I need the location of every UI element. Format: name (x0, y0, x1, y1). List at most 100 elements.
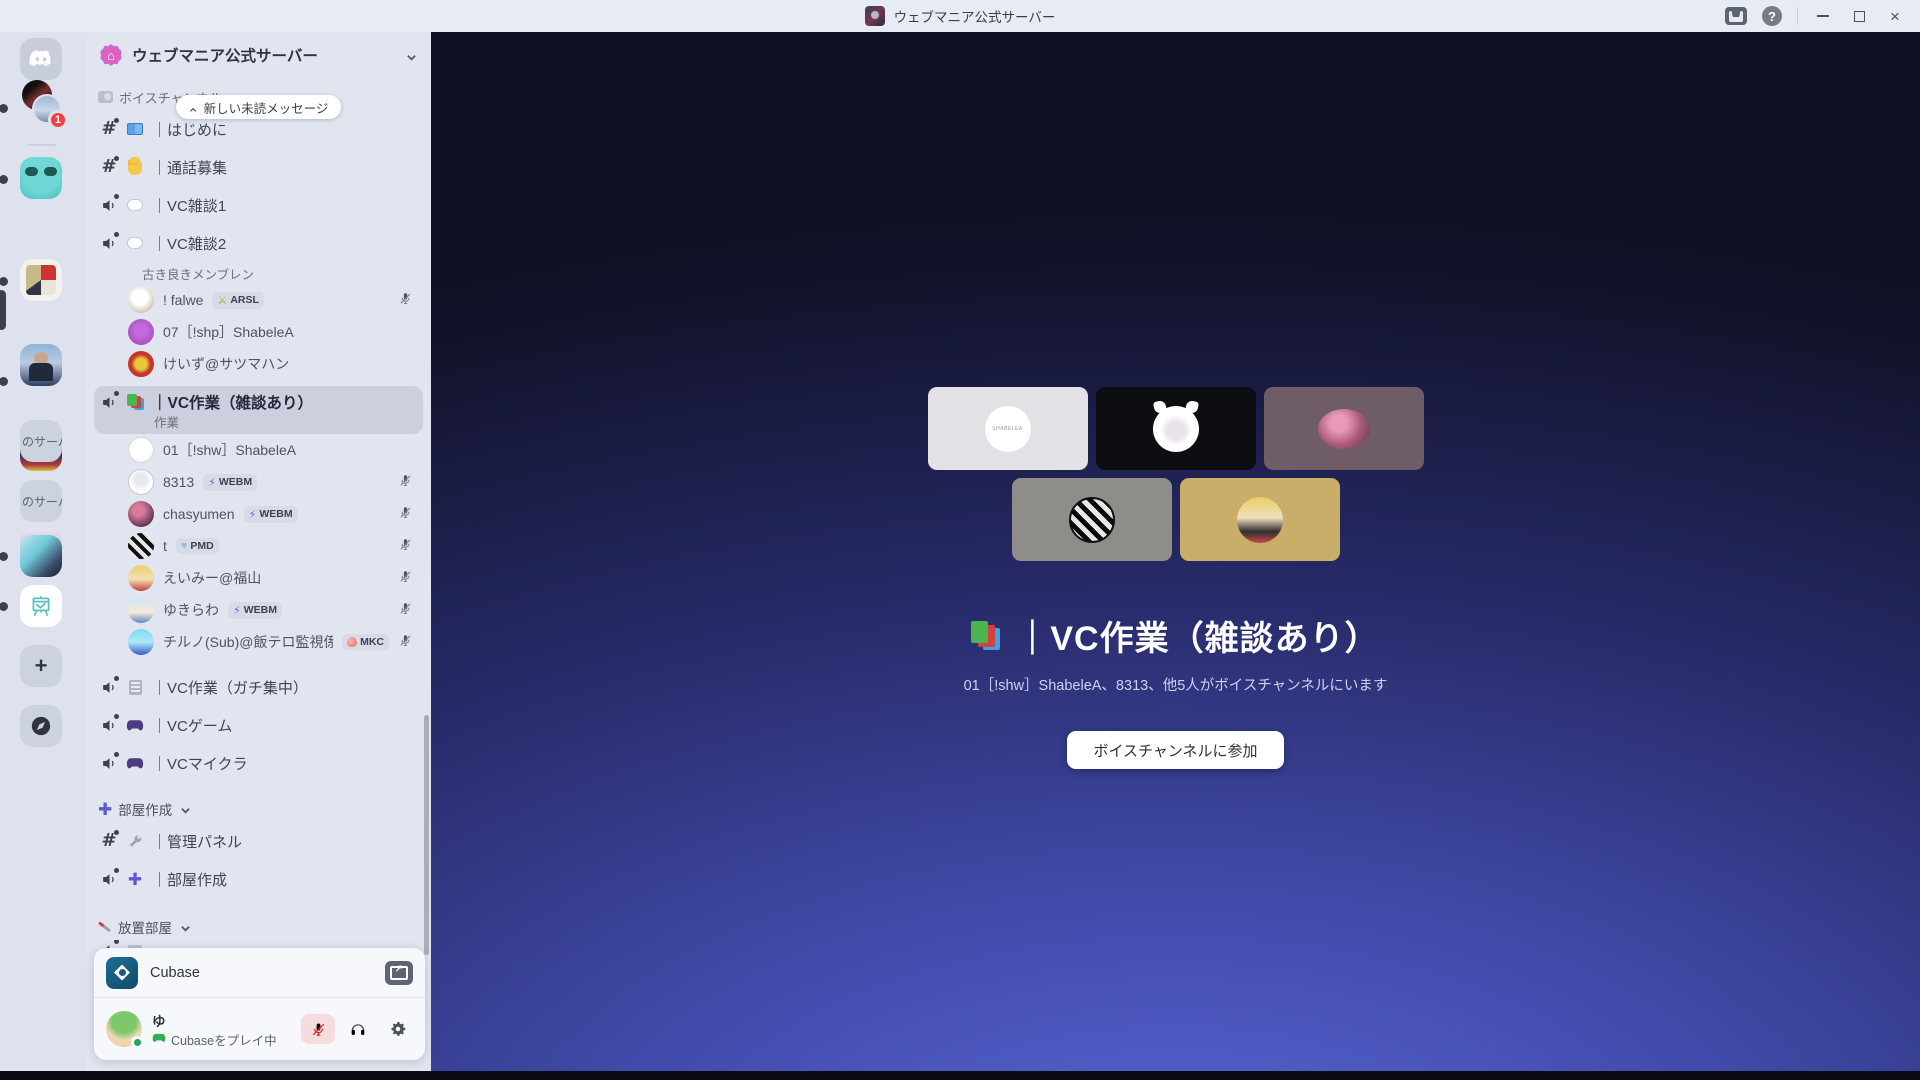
channel-vc-zatsudan2[interactable]: ｜VC雑談2 (94, 224, 423, 262)
server-icon-frog[interactable] (20, 157, 62, 199)
avatar (1152, 405, 1199, 452)
voice-user-row[interactable]: 01［!shw］ShabeleA (94, 434, 423, 466)
participant-tile[interactable]: SHABELEA (927, 387, 1088, 470)
help-icon[interactable]: ? (1757, 3, 1787, 29)
channel-vc-game[interactable]: ｜VCゲーム (94, 706, 423, 744)
channel-label: ｜管理パネル (152, 833, 243, 851)
server-name: ウェブマニア公式サーバー (132, 48, 318, 65)
chevron-down-icon (180, 922, 191, 933)
lightning-icon: ⚡ (208, 476, 216, 489)
voice-user-row[interactable]: ゆきらわ ⚡ WEBM (94, 594, 423, 626)
deafen-headphones-button[interactable] (341, 1014, 375, 1044)
window-title: ウェブマニア公式サーバー (893, 10, 1056, 25)
avatar (128, 565, 154, 591)
server-icon-easel[interactable] (20, 585, 62, 627)
avatar (1317, 408, 1370, 449)
plus-icon: ✚ (98, 799, 113, 819)
avatar (1068, 496, 1115, 543)
books-emoji-icon (971, 620, 1001, 651)
username: 01［!shw］ShabeleA (163, 442, 297, 458)
dm-avatar-cluster[interactable]: 1 (20, 80, 68, 130)
peach-icon (347, 637, 358, 647)
server-icon-person[interactable] (20, 344, 62, 386)
inbox-tray-icon[interactable] (1721, 3, 1751, 29)
titlebar-divider (1797, 7, 1798, 25)
lightning-icon: ⚡ (248, 508, 257, 521)
unread-dot (0, 377, 8, 386)
avatar: SHABELEA (984, 405, 1031, 452)
channel-label: ｜通話募集 (152, 159, 228, 177)
avatar (128, 351, 154, 377)
avatar (128, 469, 154, 495)
new-unread-messages-pill[interactable]: 新しい未読メッセージ (175, 95, 342, 119)
screen-share-icon[interactable] (385, 960, 413, 985)
voice-channel-subtitle: 01［!shw］ShabeleA、8313、他5人がボイスチャンネルにいます (963, 678, 1388, 694)
channel-vc-minecraft[interactable]: ｜VCマイクラ (94, 744, 423, 782)
server-header[interactable]: ウェブマニア公式サーバー (86, 32, 431, 78)
voice-user-row[interactable]: 8313 ⚡ WEBM (94, 466, 423, 498)
role-badge: ♥ PMD (175, 538, 219, 554)
mic-muted-icon (398, 505, 413, 523)
swords-icon: ⚔ (217, 294, 228, 307)
voice-user-row[interactable]: チルノ(Sub)@飯テロ監視係 MKC (94, 626, 423, 658)
voice-user-row[interactable]: 07［!shp］ShabeleA (94, 316, 423, 348)
chevron-up-icon (189, 103, 197, 111)
settings-gear-button[interactable] (381, 1014, 415, 1044)
mic-muted-icon (398, 537, 413, 555)
book-emoji-icon (126, 120, 144, 138)
channel-vc-gachi[interactable]: ｜VC作業（ガチ集中） (94, 668, 423, 706)
username: 8313 (163, 474, 195, 490)
join-voice-channel-button[interactable]: ボイスチャンネルに参加 (1067, 731, 1284, 769)
minimize-button[interactable] (1808, 3, 1838, 29)
server-favicon (864, 6, 885, 26)
activity-name: Cubase (150, 964, 200, 981)
server-icon-miku[interactable] (20, 535, 62, 577)
server-icon-collage[interactable] (20, 259, 62, 301)
voice-user-row[interactable]: ! falwe ⚔ ARSL (94, 284, 423, 316)
user-info[interactable]: ゆ Cubaseをプレイ中 (152, 1010, 291, 1049)
participant-tile[interactable] (1263, 387, 1424, 470)
server-icon-text-2[interactable]: のサーバ (20, 480, 62, 522)
wrench-emoji-icon (126, 832, 144, 850)
username: 07［!shp］ShabeleA (163, 324, 294, 340)
participant-tile[interactable] (1179, 478, 1340, 561)
gamepad-emoji-icon (126, 754, 144, 772)
avatar (128, 287, 154, 313)
hand-emoji-icon (126, 156, 144, 176)
voice-user-row[interactable]: chasyumen ⚡ WEBM (94, 498, 423, 530)
sidebar-scrollbar[interactable] (424, 715, 429, 955)
voice-user-row[interactable]: えいみー@福山 (94, 562, 423, 594)
user-panel: Cubase ゆ Cubaseをプレイ中 (94, 948, 425, 1060)
mic-mute-button[interactable] (301, 1014, 335, 1044)
maximize-button[interactable] (1844, 3, 1874, 29)
channel-admin-panel[interactable]: # ｜管理パネル (94, 822, 423, 860)
channel-vc-sagyou-selected[interactable]: ｜VC作業（雑談あり） 作業 (94, 386, 423, 434)
server-icon-text-1[interactable]: のサーバ (20, 420, 62, 462)
channel-label: ｜VC作業（ガチ集中） (152, 679, 308, 697)
voice-user-row[interactable]: けいず@サツマハン (94, 348, 423, 380)
channel-label: ｜VC雑談1 (152, 197, 227, 215)
channel-list: ボイスチャンネル # ｜はじめに # ｜通話募集 ｜VC雑談1 ｜VC雑談2 古… (86, 78, 431, 1071)
avatar[interactable] (106, 1011, 144, 1049)
participant-tile[interactable] (1095, 387, 1256, 470)
explore-servers-button[interactable] (20, 705, 62, 747)
close-button[interactable]: × (1880, 3, 1910, 29)
voice-user-row[interactable]: t ♥ PMD (94, 530, 423, 562)
username: チルノ(Sub)@飯テロ監視係 (163, 634, 334, 650)
channel-vc-zatsudan1[interactable]: ｜VC雑談1 (94, 186, 423, 224)
category-heya-sakusei[interactable]: ✚ 部屋作成 (94, 796, 423, 822)
avatar (128, 319, 154, 345)
add-server-button[interactable]: + (20, 645, 62, 687)
discord-home-button[interactable] (20, 38, 62, 80)
category-houchi-heya[interactable]: 放置部屋 (94, 914, 423, 940)
role-badge: ⚡ WEBM (243, 505, 298, 523)
speaker-icon (100, 714, 119, 734)
channel-status-text: 古き良きメンブレン (142, 267, 255, 282)
unread-dot (0, 104, 8, 113)
channel-tsuwabosyu[interactable]: # ｜通話募集 (94, 148, 423, 186)
channel-heya-sakusei[interactable]: ✚ ｜部屋作成 (94, 860, 423, 898)
channel-label: ｜VC作業（雑談あり） (152, 395, 314, 412)
participant-tile[interactable] (1011, 478, 1172, 561)
chevron-down-icon (406, 50, 417, 61)
speaker-icon (100, 232, 119, 252)
